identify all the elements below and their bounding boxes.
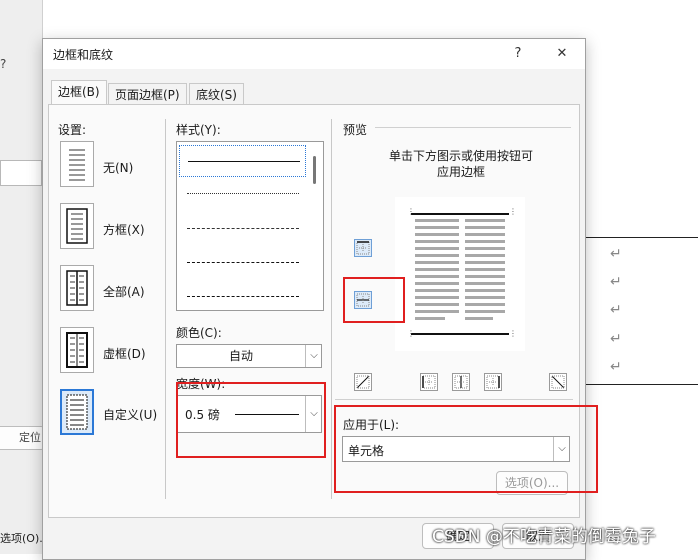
preview-hint-line2: 应用边框 (437, 165, 486, 179)
style-heading: 样式(Y): (176, 123, 221, 137)
right-border-icon[interactable] (484, 373, 502, 391)
column-divider (331, 119, 332, 499)
preview-bottom-border (411, 333, 509, 335)
background-field (0, 160, 42, 186)
highlight-box (176, 382, 326, 458)
color-select[interactable]: 自动 ⌵ (176, 344, 322, 368)
line-style-dashed[interactable] (187, 262, 299, 263)
style-list-scrollbar[interactable] (313, 156, 316, 184)
setting-box-label[interactable]: 方框(X) (103, 221, 145, 238)
line-style-dashed-small[interactable] (187, 228, 299, 229)
line-style-list[interactable] (176, 141, 324, 311)
highlight-box (343, 277, 405, 323)
line-style-solid (188, 161, 300, 162)
line-style-selected[interactable] (179, 145, 306, 177)
corner-mark: ⋮ (509, 329, 517, 338)
help-button[interactable]: ? (507, 44, 529, 64)
dialog-title: 边框和底纹 (53, 48, 114, 62)
corner-mark: ⋮ (407, 329, 415, 338)
border-custom-icon[interactable] (60, 389, 94, 435)
color-value: 自动 (228, 349, 253, 363)
column-divider (165, 119, 166, 499)
left-border-icon[interactable] (420, 373, 438, 391)
setting-all-label[interactable]: 全部(A) (103, 283, 145, 300)
paragraph-mark: ↵ (610, 274, 622, 290)
tab-page-border[interactable]: 页面边框(P) (108, 83, 187, 106)
top-border-icon[interactable] (354, 239, 372, 257)
preview-divider (375, 127, 571, 128)
highlight-box (334, 405, 598, 493)
background-position-button: 定位(P)... (0, 426, 44, 450)
color-heading: 颜色(C): (176, 326, 222, 340)
preview-left-column (415, 219, 459, 324)
line-style-dotted[interactable] (187, 193, 299, 194)
settings-heading: 设置: (58, 123, 87, 137)
tab-shading[interactable]: 底纹(S) (189, 83, 244, 106)
paragraph-mark: ↵ (610, 359, 622, 375)
border-box-icon[interactable] (60, 203, 94, 249)
paragraph-mark: ↵ (610, 331, 622, 347)
chevron-down-icon[interactable]: ⌵ (305, 345, 322, 367)
border-none-icon[interactable] (60, 141, 94, 187)
preview-heading: 预览 (343, 123, 368, 137)
corner-mark: ⋮ (407, 207, 415, 216)
apply-divider (335, 399, 573, 400)
corner-mark: ⋮ (509, 207, 517, 216)
line-style-dash-dot[interactable] (187, 296, 299, 297)
border-all-icon[interactable] (60, 265, 94, 311)
document-table-line (586, 237, 698, 238)
preview-hint-line1: 单击下方图示或使用按钮可 (389, 149, 534, 163)
setting-custom-label[interactable]: 自定义(U) (103, 406, 157, 423)
close-button[interactable]: ✕ (551, 44, 573, 64)
preview-right-column (465, 219, 505, 324)
borders-shading-dialog: 边框和底纹 ? ✕ 边框(B) 页面边框(P) 底纹(S) 设置: 无(N) 方… (42, 38, 598, 560)
inside-vertical-border-icon[interactable] (452, 373, 470, 391)
preview-diagram[interactable]: ⋮ ⋮ ⋮ ⋮ (395, 197, 525, 351)
background-window (0, 0, 43, 554)
setting-none-label[interactable]: 无(N) (103, 159, 133, 176)
diagonal-up-border-icon[interactable] (549, 373, 567, 391)
paragraph-mark: ↵ (610, 246, 622, 262)
border-grid-icon[interactable] (60, 327, 94, 373)
tab-borders[interactable]: 边框(B) (51, 80, 107, 106)
background-help-mark: ? (0, 57, 7, 71)
diagonal-down-border-icon[interactable] (354, 373, 372, 391)
paragraph-mark: ↵ (610, 302, 622, 318)
title-bar: 边框和底纹 ? ✕ (43, 39, 585, 69)
setting-grid-label[interactable]: 虚框(D) (103, 345, 146, 362)
watermark: CSDN @不吃青菜的倒霉兔子 (432, 527, 656, 547)
document-table-line (586, 384, 698, 385)
preview-top-border (411, 213, 509, 215)
